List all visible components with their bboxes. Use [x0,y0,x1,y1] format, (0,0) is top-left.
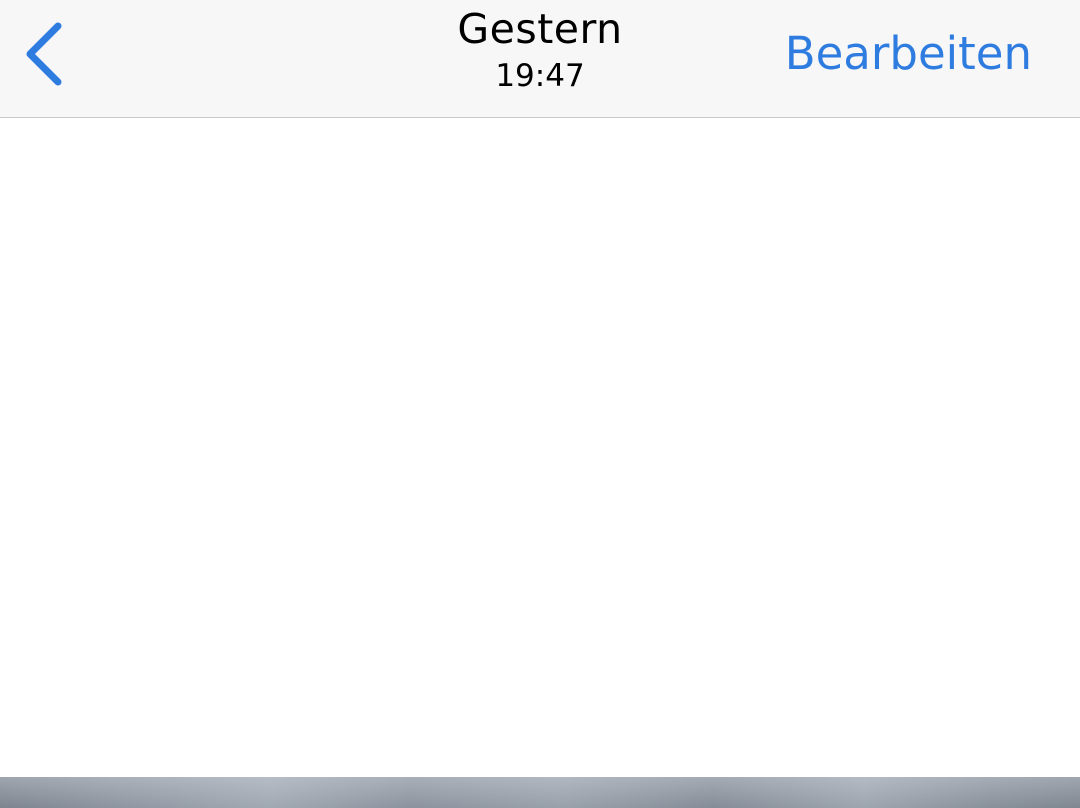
photo-image-edge [0,777,1080,808]
navigation-bar: Gestern 19:47 Bearbeiten [0,0,1080,118]
photo-content-area[interactable] [0,118,1080,777]
page-title: Gestern [457,5,623,53]
title-block: Gestern 19:47 [340,4,740,96]
time-subtitle: 19:47 [495,58,585,94]
back-button[interactable] [14,16,74,92]
photo-viewer-screen: Gestern 19:47 Bearbeiten [0,0,1080,808]
edit-button[interactable]: Bearbeiten [785,26,1032,82]
chevron-left-icon [26,22,62,86]
